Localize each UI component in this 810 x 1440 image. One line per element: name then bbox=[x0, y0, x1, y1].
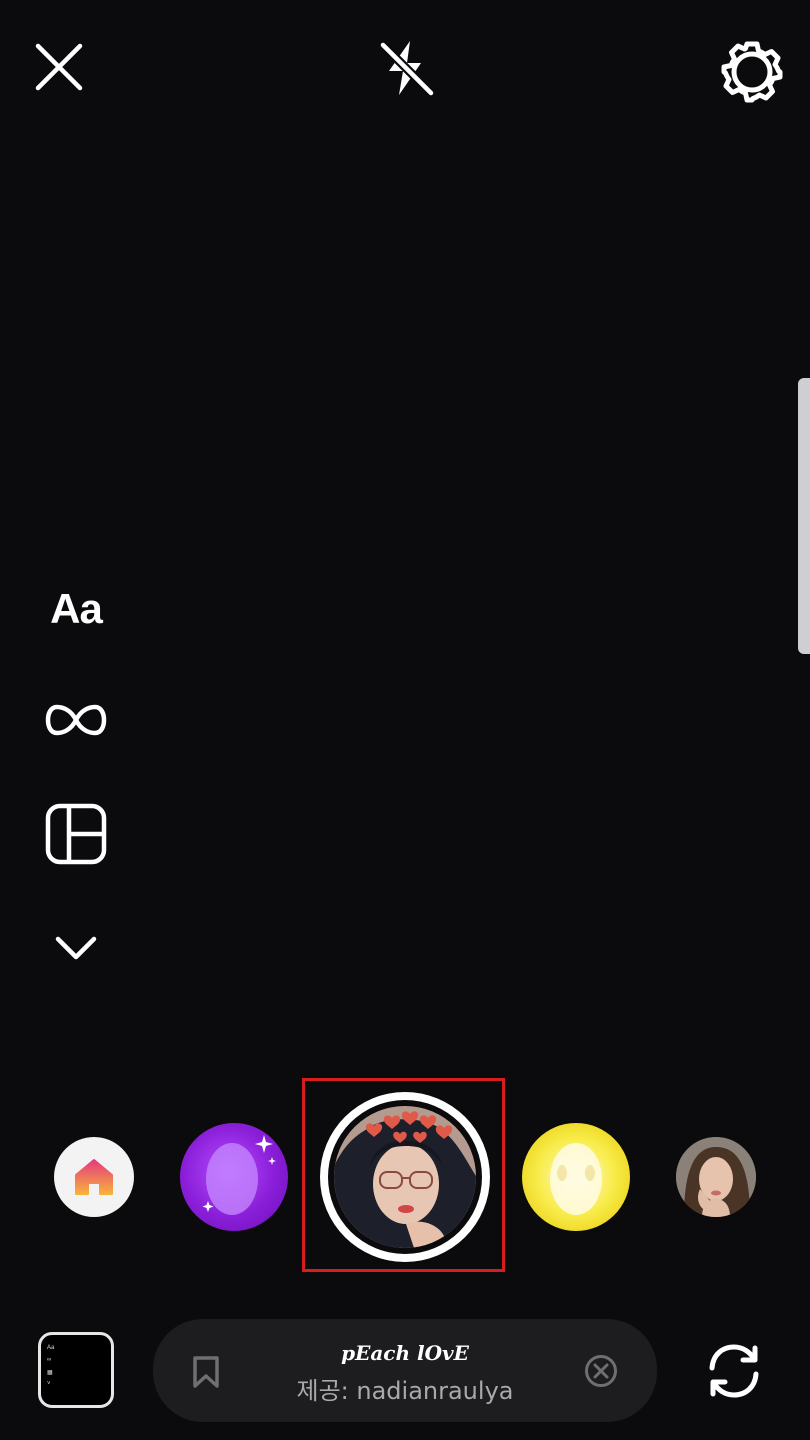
flip-camera-icon bbox=[709, 1344, 759, 1398]
boomerang-tool-button[interactable] bbox=[36, 690, 116, 750]
effect-purple-face[interactable] bbox=[180, 1123, 288, 1231]
selected-effect-face-image bbox=[334, 1106, 476, 1248]
gallery-mini-text: ▦ bbox=[47, 1370, 53, 1376]
effect-home[interactable] bbox=[54, 1137, 134, 1217]
gallery-mini-text: Aa bbox=[47, 1345, 55, 1351]
gallery-mini-text: ∞ bbox=[47, 1357, 52, 1363]
layout-grid-icon bbox=[45, 803, 107, 865]
portrait-image bbox=[676, 1137, 756, 1217]
text-tool-button[interactable]: Aa bbox=[36, 578, 116, 640]
text-tool-label: Aa bbox=[50, 585, 103, 632]
scrollbar[interactable] bbox=[798, 378, 810, 654]
close-circle-icon bbox=[585, 1355, 617, 1387]
face-outline-icon bbox=[550, 1143, 602, 1215]
effect-yellow-face[interactable] bbox=[522, 1123, 630, 1231]
gallery-mini-text: ˅ bbox=[47, 1381, 51, 1387]
gear-icon bbox=[721, 41, 783, 103]
selected-effect-thumbnail bbox=[334, 1106, 476, 1248]
layout-tool-button[interactable] bbox=[36, 800, 116, 868]
infinity-icon bbox=[45, 704, 107, 736]
more-tools-button[interactable] bbox=[36, 920, 116, 976]
capture-button[interactable] bbox=[320, 1092, 490, 1262]
flash-off-icon bbox=[378, 40, 436, 98]
face-outline-icon bbox=[202, 1135, 276, 1215]
gallery-button[interactable]: Aa ∞ ▦ ˅ bbox=[38, 1332, 114, 1408]
capture-inner-ring bbox=[328, 1100, 482, 1254]
effect-info-bar: pEach lOvE 제공: nadianraulya bbox=[153, 1319, 657, 1422]
chevron-down-icon bbox=[55, 936, 97, 960]
remove-effect-button[interactable] bbox=[584, 1354, 618, 1388]
close-icon bbox=[35, 43, 83, 91]
flash-button[interactable] bbox=[370, 30, 442, 106]
effect-credit: 제공: nadianraulya bbox=[296, 1377, 514, 1405]
home-icon bbox=[75, 1159, 113, 1195]
settings-button[interactable] bbox=[716, 36, 788, 108]
effect-portrait[interactable] bbox=[676, 1137, 756, 1217]
effect-name: pEach lOvE bbox=[341, 1341, 469, 1365]
camera-screen: Aa Aa ∞ ▦ ˅ pEach lOvE 제공: nadianraulya bbox=[0, 0, 810, 1440]
close-button[interactable] bbox=[26, 32, 92, 102]
flip-camera-button[interactable] bbox=[700, 1338, 768, 1404]
